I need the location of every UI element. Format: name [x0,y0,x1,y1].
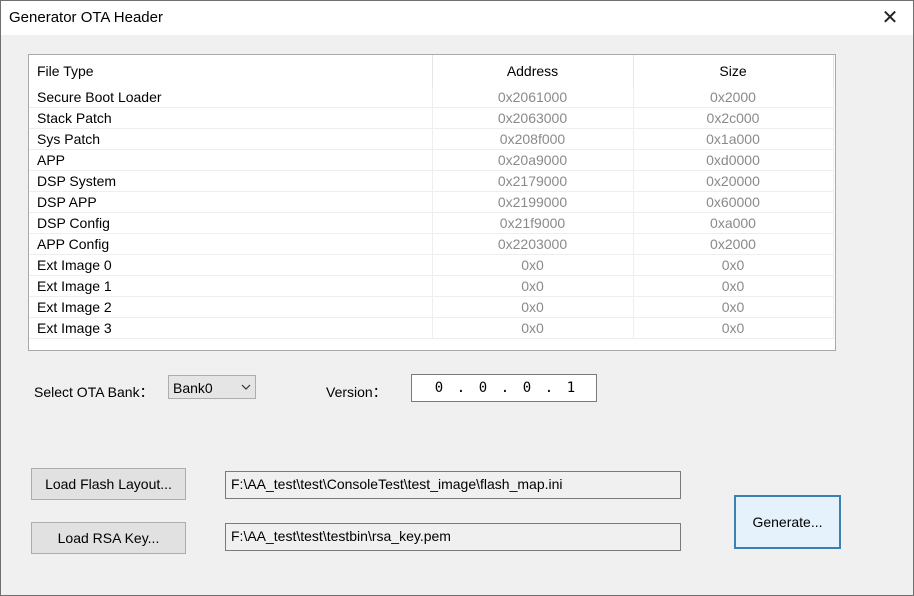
size-cell: 0x0 [633,254,834,276]
size-cell: 0x20000 [633,170,834,192]
size-cell: 0x2000 [633,87,834,108]
file-type-cell: Stack Patch [29,107,433,129]
file-table[interactable]: File Type Address Size Secure Boot Loade… [28,54,836,351]
file-type-cell: Sys Patch [29,128,433,150]
version-part-2[interactable]: 0 [472,380,494,396]
column-header-size[interactable]: Size [633,55,834,87]
address-cell: 0x0 [432,317,634,339]
file-type-cell: APP [29,149,433,171]
window-title: Generator OTA Header [9,9,163,26]
version-ip-field[interactable]: 0 . 0 . 0 . 1 [411,374,597,402]
size-cell: 0x1a000 [633,128,834,150]
table-row[interactable]: DSP APP 0x2199000 0x60000 [29,191,834,213]
file-type-cell: DSP APP [29,191,433,213]
address-cell: 0x208f000 [432,128,634,150]
table-row[interactable]: Stack Patch 0x2063000 0x2c000 [29,107,834,129]
size-cell: 0x2c000 [633,107,834,129]
file-type-cell: Ext Image 3 [29,317,433,339]
size-cell: 0x0 [633,275,834,297]
title-bar: Generator OTA Header ✕ [1,1,913,35]
version-separator: . [500,380,510,396]
address-cell: 0x2061000 [432,87,634,108]
table-row[interactable]: Ext Image 2 0x0 0x0 [29,296,834,318]
ota-bank-label: Select OTA Bank： [34,384,154,400]
table-row[interactable]: Ext Image 3 0x0 0x0 [29,317,834,339]
address-cell: 0x0 [432,254,634,276]
size-cell: 0x2000 [633,233,834,255]
generate-button[interactable]: Generate... [734,495,841,549]
table-row[interactable]: DSP Config 0x21f9000 0xa000 [29,212,834,234]
address-cell: 0x2199000 [432,191,634,213]
file-type-cell: Ext Image 2 [29,296,433,318]
address-cell: 0x0 [432,296,634,318]
file-type-cell: Secure Boot Loader [29,87,433,108]
file-type-cell: DSP System [29,170,433,192]
version-separator: . [544,380,554,396]
file-type-cell: Ext Image 0 [29,254,433,276]
rsa-key-path-field[interactable]: F:\AA_test\test\testbin\rsa_key.pem [225,523,681,551]
version-part-3[interactable]: 0 [516,380,538,396]
table-row[interactable]: DSP System 0x2179000 0x20000 [29,170,834,192]
size-cell: 0xd0000 [633,149,834,171]
address-cell: 0x21f9000 [432,212,634,234]
ota-bank-value: Bank0 [173,380,213,396]
version-separator: . [456,380,466,396]
size-cell: 0x0 [633,296,834,318]
address-cell: 0x2203000 [432,233,634,255]
size-cell: 0x0 [633,317,834,339]
size-cell: 0x60000 [633,191,834,213]
column-header-file-type[interactable]: File Type [29,55,433,87]
file-type-cell: Ext Image 1 [29,275,433,297]
ota-bank-select[interactable]: Bank0 [168,375,256,399]
flash-layout-path-field[interactable]: F:\AA_test\test\ConsoleTest\test_image\f… [225,471,681,499]
address-cell: 0x20a9000 [432,149,634,171]
address-cell: 0x0 [432,275,634,297]
table-row[interactable]: APP Config 0x2203000 0x2000 [29,233,834,255]
chevron-down-icon [241,384,251,390]
version-part-4[interactable]: 1 [560,380,582,396]
column-header-address[interactable]: Address [432,55,634,87]
version-label: Version： [326,384,387,400]
load-flash-layout-button[interactable]: Load Flash Layout... [31,468,186,500]
table-row[interactable]: Ext Image 0 0x0 0x0 [29,254,834,276]
dialog-window: Generator OTA Header ✕ File Type Address… [0,0,914,596]
file-type-cell: DSP Config [29,212,433,234]
size-cell: 0xa000 [633,212,834,234]
address-cell: 0x2063000 [432,107,634,129]
load-rsa-key-button[interactable]: Load RSA Key... [31,522,186,554]
table-row[interactable]: Sys Patch 0x208f000 0x1a000 [29,128,834,150]
close-icon[interactable]: ✕ [875,3,905,31]
table-row[interactable]: APP 0x20a9000 0xd0000 [29,149,834,171]
table-row[interactable]: Ext Image 1 0x0 0x0 [29,275,834,297]
table-header-row: File Type Address Size [29,55,834,87]
address-cell: 0x2179000 [432,170,634,192]
file-type-cell: APP Config [29,233,433,255]
version-part-1[interactable]: 0 [428,380,450,396]
table-row[interactable]: Secure Boot Loader 0x2061000 0x2000 [29,87,834,108]
